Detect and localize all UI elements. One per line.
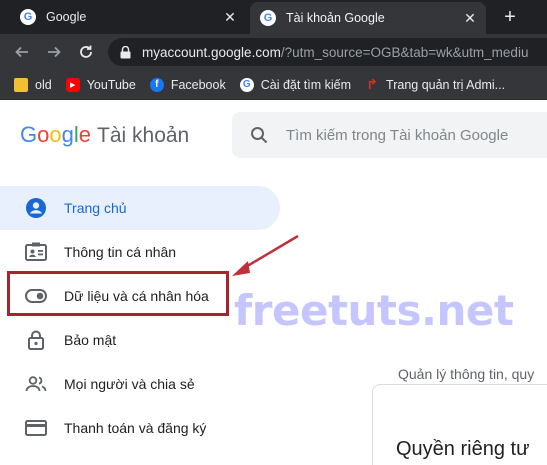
facebook-icon: f <box>149 77 164 92</box>
lock-icon <box>24 328 48 352</box>
new-tab-button[interactable]: + <box>498 5 522 29</box>
bookmark-label: Cài đặt tìm kiếm <box>260 77 352 92</box>
people-icon <box>24 372 48 396</box>
bookmark-search-settings[interactable]: G Cài đặt tìm kiếm <box>239 77 352 92</box>
browser-toolbar: myaccount.google.com/?utm_source=OGB&tab… <box>0 34 547 70</box>
folder-icon <box>14 77 28 92</box>
forward-icon[interactable] <box>42 40 66 64</box>
tab-google[interactable]: G Google ✕ <box>10 0 246 34</box>
screen: G Google ✕ G Tài khoản Google ✕ + myacco… <box>0 0 547 465</box>
back-icon[interactable] <box>10 40 34 64</box>
sidebar-item-label: Trang chủ <box>64 200 127 216</box>
sidebar-item-label: Thông tin cá nhân <box>64 244 177 260</box>
card-title: Quyền riêng tư <box>396 438 530 460</box>
bookmark-youtube[interactable]: ▶ YouTube <box>65 77 136 92</box>
product-name: Tài khoản <box>97 124 190 147</box>
bookmark-label: Facebook <box>170 77 226 92</box>
search-icon[interactable] <box>248 124 270 146</box>
bookmark-admin[interactable]: ↱ Trang quản trị Admi... <box>365 76 506 92</box>
sidebar-item-home[interactable]: Trang chủ <box>0 186 280 230</box>
browser-tab-strip: G Google ✕ G Tài khoản Google ✕ + <box>0 0 547 34</box>
address-bar[interactable]: myaccount.google.com/?utm_source=OGB&tab… <box>108 38 547 66</box>
credit-card-icon <box>24 416 48 440</box>
google-account-logo[interactable]: Google Tài khoản <box>20 122 189 148</box>
bookmark-old[interactable]: old <box>14 77 52 92</box>
account-header: Google Tài khoản Tìm kiếm trong Tài khoả… <box>0 100 547 170</box>
bookmark-label: old <box>35 77 52 92</box>
tab-google-account[interactable]: G Tài khoản Google ✕ <box>250 2 486 34</box>
bookmark-red-icon: ↱ <box>366 76 378 92</box>
main-subtitle: Quản lý thông tin, quy <box>398 366 535 382</box>
close-icon[interactable]: ✕ <box>460 8 480 28</box>
logo-letter: o <box>49 122 62 147</box>
google-logo: Google <box>20 122 91 148</box>
reload-icon[interactable] <box>74 40 98 64</box>
google-favicon-icon: G <box>260 10 276 26</box>
watermark: freetuts.net <box>234 286 514 335</box>
logo-letter: e <box>78 122 92 147</box>
url-host: myaccount.google.com <box>142 44 281 60</box>
lock-icon <box>118 45 132 59</box>
sidebar-item-personal-info[interactable]: Thông tin cá nhân <box>0 230 290 274</box>
google-icon: G <box>239 77 254 92</box>
sidebar-item-label: Mọi người và chia sẻ <box>64 376 195 392</box>
highlight-box <box>7 271 229 316</box>
bookmark-label: YouTube <box>86 77 136 92</box>
sidebar-item-payments[interactable]: Thanh toán và đăng ký <box>0 406 290 450</box>
bookmark-facebook[interactable]: f Facebook <box>149 77 226 92</box>
home-account-icon <box>24 196 48 220</box>
google-favicon-icon: G <box>20 9 36 25</box>
bookmark-label: Trang quản trị Admi... <box>386 77 506 92</box>
logo-letter: g <box>61 122 74 147</box>
logo-letter: o <box>37 122 50 147</box>
youtube-icon: ▶ <box>65 77 80 92</box>
tab-title: Tài khoản Google <box>286 11 385 25</box>
url-text: myaccount.google.com/?utm_source=OGB&tab… <box>142 45 528 60</box>
account-search-box[interactable]: Tìm kiếm trong Tài khoản Google <box>232 112 547 158</box>
id-card-icon <box>24 240 48 264</box>
sidebar-item-label: Bảo mật <box>64 332 117 348</box>
close-icon[interactable]: ✕ <box>220 7 240 27</box>
sidebar-item-label: Thanh toán và đăng ký <box>64 420 207 436</box>
bookmarks-bar: old ▶ YouTube f Facebook G Cài đặt tìm k… <box>0 70 547 100</box>
sidebar-item-people-sharing[interactable]: Mọi người và chia sẻ <box>0 362 290 406</box>
url-path: /?utm_source=OGB&tab=wk&utm_mediu <box>280 44 529 60</box>
logo-letter: G <box>20 122 38 147</box>
search-input[interactable]: Tìm kiếm trong Tài khoản Google <box>286 127 508 144</box>
tab-title: Google <box>46 10 87 24</box>
